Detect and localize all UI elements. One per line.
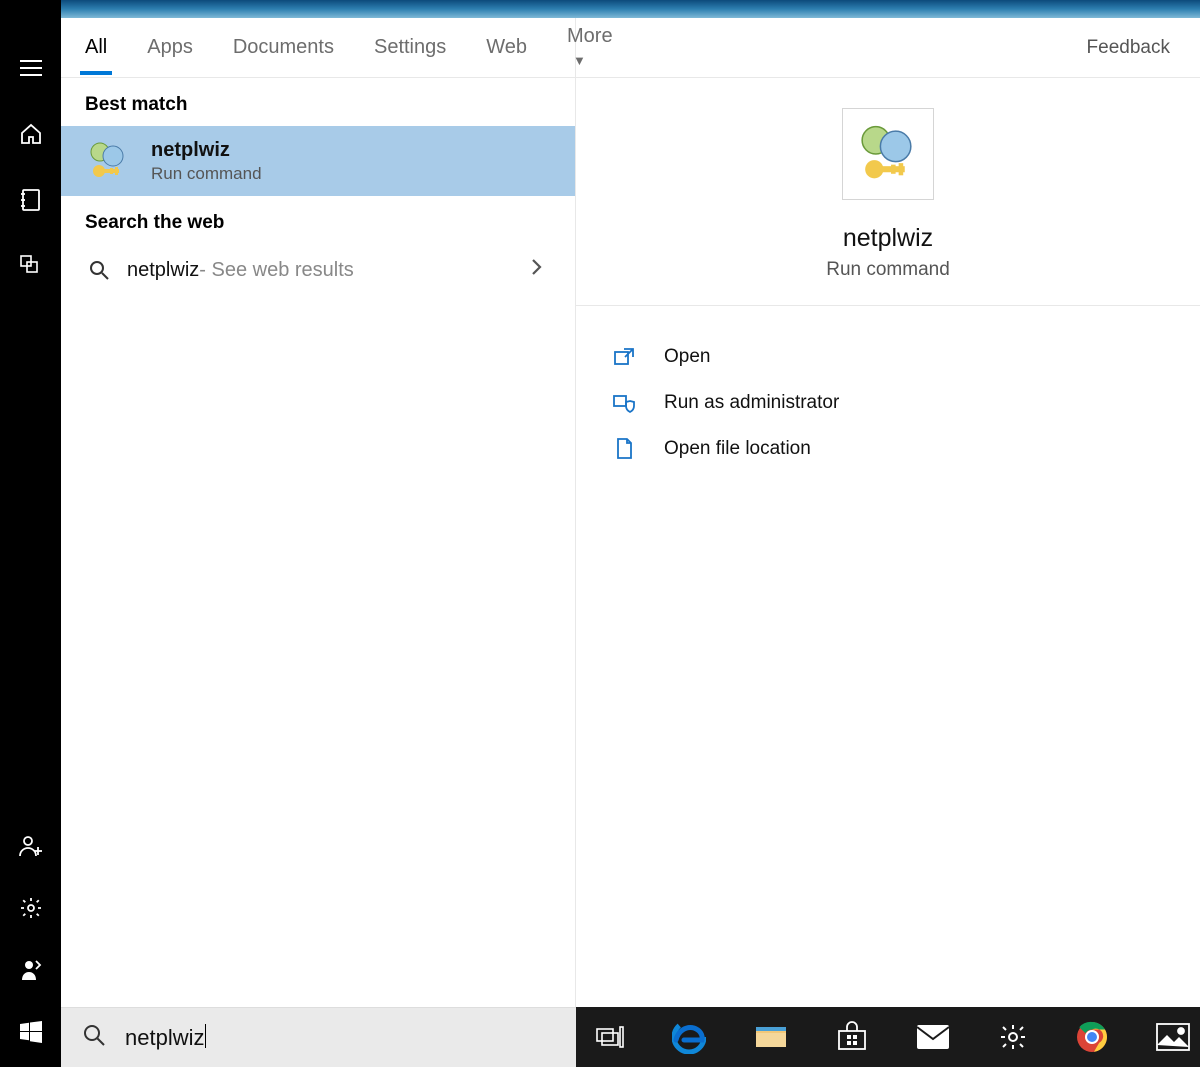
best-match-result[interactable]: netplwiz Run command xyxy=(61,126,575,196)
search-input-bar[interactable]: netplwiz xyxy=(61,1007,576,1067)
search-icon xyxy=(85,260,113,280)
text-cursor xyxy=(205,1024,206,1048)
preview-subtitle: Run command xyxy=(826,259,950,281)
chrome-icon[interactable] xyxy=(1076,1017,1108,1057)
add-user-icon[interactable] xyxy=(18,833,44,859)
admin-shield-icon xyxy=(612,393,636,413)
file-explorer-icon[interactable] xyxy=(754,1017,788,1057)
start-windows-icon[interactable] xyxy=(18,1019,44,1045)
tab-settings[interactable]: Settings xyxy=(374,21,446,74)
web-search-result[interactable]: netplwiz - See web results xyxy=(61,244,575,296)
preview-app-icon xyxy=(842,108,934,200)
notebook-icon[interactable] xyxy=(18,187,44,213)
action-open-label: Open xyxy=(664,346,710,368)
collections-icon[interactable] xyxy=(18,253,44,279)
mail-icon[interactable] xyxy=(916,1017,950,1057)
search-icon xyxy=(83,1024,105,1051)
action-open-file-location[interactable]: Open file location xyxy=(576,426,1200,472)
search-input[interactable]: netplwiz xyxy=(125,1024,554,1051)
taskbar xyxy=(576,1007,1200,1067)
settings-icon[interactable] xyxy=(998,1017,1028,1057)
search-web-heading: Search the web xyxy=(61,196,575,244)
desktop-background-strip xyxy=(61,0,1200,18)
tab-documents[interactable]: Documents xyxy=(233,21,334,74)
action-run-as-admin[interactable]: Run as administrator xyxy=(576,380,1200,426)
tab-more[interactable]: More ▼ xyxy=(567,10,613,86)
action-run-admin-label: Run as administrator xyxy=(664,392,839,414)
start-sidebar xyxy=(0,0,61,1067)
file-location-icon xyxy=(612,438,636,460)
web-result-query: netplwiz xyxy=(127,259,199,282)
best-match-heading: Best match xyxy=(61,78,575,126)
best-match-title: netplwiz xyxy=(151,139,262,162)
settings-gear-icon[interactable] xyxy=(18,895,44,921)
microsoft-store-icon[interactable] xyxy=(836,1017,868,1057)
best-match-subtitle: Run command xyxy=(151,164,262,184)
netplwiz-icon xyxy=(85,138,131,184)
expand-icon[interactable] xyxy=(18,55,44,81)
preview-header: netplwiz Run command xyxy=(576,78,1200,306)
search-results-pane: All Apps Documents Settings Web More ▼ B… xyxy=(61,18,576,1007)
tab-all[interactable]: All xyxy=(85,21,107,74)
action-open-location-label: Open file location xyxy=(664,438,811,460)
open-icon xyxy=(612,348,636,366)
preview-title: netplwiz xyxy=(843,224,933,253)
home-icon[interactable] xyxy=(18,121,44,147)
tab-more-label: More xyxy=(567,25,613,47)
search-input-value: netplwiz xyxy=(125,1025,204,1050)
web-result-suffix: - See web results xyxy=(199,259,354,282)
result-preview-pane: Feedback netplwiz Run command xyxy=(576,18,1200,1007)
tab-web[interactable]: Web xyxy=(486,21,527,74)
search-scope-tabs: All Apps Documents Settings Web More ▼ xyxy=(61,18,575,78)
chevron-right-icon xyxy=(531,258,551,282)
chevron-down-icon: ▼ xyxy=(573,53,586,68)
profile-icon[interactable] xyxy=(18,957,44,983)
feedback-link[interactable]: Feedback xyxy=(1087,37,1170,59)
task-view-icon[interactable] xyxy=(596,1017,624,1057)
preview-actions: Open Run as administrator Open file loca… xyxy=(576,306,1200,500)
edge-browser-icon[interactable] xyxy=(672,1017,706,1057)
photos-icon[interactable] xyxy=(1156,1017,1190,1057)
action-open[interactable]: Open xyxy=(576,334,1200,380)
search-panel: All Apps Documents Settings Web More ▼ B… xyxy=(61,18,1200,1007)
tab-apps[interactable]: Apps xyxy=(147,21,193,74)
